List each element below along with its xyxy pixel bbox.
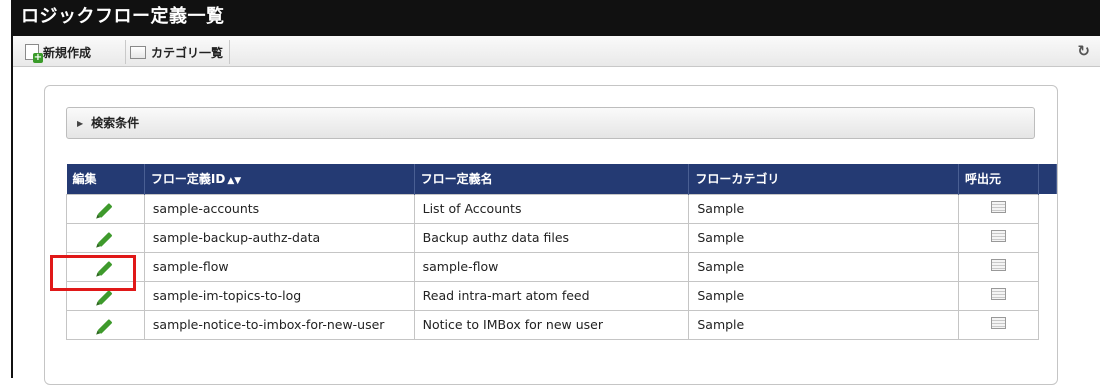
new-button-label: 新規作成 xyxy=(43,45,92,60)
caller-document-icon[interactable] xyxy=(991,288,1006,300)
caller-document-icon[interactable] xyxy=(991,259,1006,271)
flow-name-cell: sample-flow xyxy=(413,251,690,282)
col-caller-label: 呼出元 xyxy=(965,172,1002,187)
search-conditions-label: 検索条件 xyxy=(91,116,140,130)
flow-name-cell: List of Accounts xyxy=(413,193,690,224)
caller-document-icon[interactable] xyxy=(991,317,1006,329)
flow-id-cell: sample-im-topics-to-log xyxy=(143,280,415,311)
edit-cell xyxy=(66,251,145,282)
flow-id-cell: sample-flow xyxy=(143,251,415,282)
col-edit: 編集 xyxy=(66,164,145,194)
caller-cell xyxy=(958,193,1039,224)
toolbar: 新規作成 カテゴリ一覧 ↻ xyxy=(13,36,1100,67)
edit-pencil-icon[interactable] xyxy=(98,319,113,334)
edit-pencil-icon[interactable] xyxy=(98,203,113,218)
category-cell: Sample xyxy=(688,280,960,311)
flow-name-cell: Read intra-mart atom feed xyxy=(413,280,690,311)
table-row: sample-accounts List of Accounts Sample xyxy=(66,193,1057,224)
category-list-button[interactable]: カテゴリ一覧 xyxy=(125,40,231,64)
col-flow-id[interactable]: フロー定義ID ▲▼ xyxy=(144,164,415,194)
table-row: sample-notice-to-imbox-for-new-user Noti… xyxy=(66,309,1057,340)
caller-cell xyxy=(958,280,1039,311)
table-row: sample-im-topics-to-log Read intra-mart … xyxy=(66,280,1057,311)
caller-cell xyxy=(958,251,1039,282)
col-flow-name-label: フロー定義名 xyxy=(420,172,493,187)
list-icon xyxy=(130,45,146,59)
caller-cell xyxy=(958,222,1039,253)
category-cell: Sample xyxy=(688,309,960,340)
edit-pencil-icon[interactable] xyxy=(98,232,113,247)
category-cell: Sample xyxy=(688,193,960,224)
expand-arrow-icon: ▶ xyxy=(77,119,84,128)
flow-name-cell: Backup authz data files xyxy=(413,222,690,253)
flow-name-cell: Notice to IMBox for new user xyxy=(413,309,690,340)
caller-document-icon[interactable] xyxy=(991,201,1006,213)
col-flow-id-label: フロー定義ID xyxy=(150,172,226,187)
category-list-label: カテゴリ一覧 xyxy=(151,45,224,60)
edit-pencil-icon[interactable] xyxy=(98,290,113,305)
flow-id-cell: sample-accounts xyxy=(143,193,415,224)
new-button[interactable]: 新規作成 xyxy=(21,40,97,64)
search-conditions-toggle[interactable]: ▶ 検索条件 xyxy=(66,107,1035,139)
edit-cell xyxy=(66,222,145,253)
caller-document-icon[interactable] xyxy=(991,230,1006,242)
category-cell: Sample xyxy=(688,222,960,253)
flow-definition-table: 編集 フロー定義ID ▲▼ フロー定義名 フローカテゴリ 呼出元 sample-a… xyxy=(66,164,1058,340)
refresh-icon[interactable]: ↻ xyxy=(1077,42,1090,60)
new-document-icon xyxy=(25,44,43,63)
app-frame: ロジックフロー定義一覧 新規作成 カテゴリ一覧 ↻ ▶ 検索条件 編集 フロー定義… xyxy=(11,0,1100,385)
table-row: sample-flow sample-flow Sample xyxy=(66,251,1057,282)
flow-id-cell: sample-notice-to-imbox-for-new-user xyxy=(143,309,415,340)
edit-cell xyxy=(66,193,145,224)
flow-id-cell: sample-backup-authz-data xyxy=(143,222,415,253)
content-panel: ▶ 検索条件 編集 フロー定義ID ▲▼ フロー定義名 フローカテゴリ 呼出元 sa… xyxy=(44,85,1058,385)
table-header-row: 編集 フロー定義ID ▲▼ フロー定義名 フローカテゴリ 呼出元 xyxy=(66,164,1058,194)
edit-cell xyxy=(66,309,145,340)
edit-cell xyxy=(66,280,145,311)
page-title: ロジックフロー定義一覧 xyxy=(13,0,1100,36)
col-caller: 呼出元 xyxy=(958,164,1039,194)
col-category: フローカテゴリ xyxy=(688,164,960,194)
edit-pencil-icon[interactable] xyxy=(98,261,113,276)
table-row: sample-backup-authz-data Backup authz da… xyxy=(66,222,1057,253)
category-cell: Sample xyxy=(688,251,960,282)
sort-icon[interactable]: ▲▼ xyxy=(227,176,241,186)
col-flow-name: フロー定義名 xyxy=(414,164,690,194)
col-category-label: フローカテゴリ xyxy=(695,172,780,187)
col-scroll-spacer xyxy=(1038,164,1058,194)
col-edit-label: 編集 xyxy=(72,172,97,187)
caller-cell xyxy=(958,309,1039,340)
